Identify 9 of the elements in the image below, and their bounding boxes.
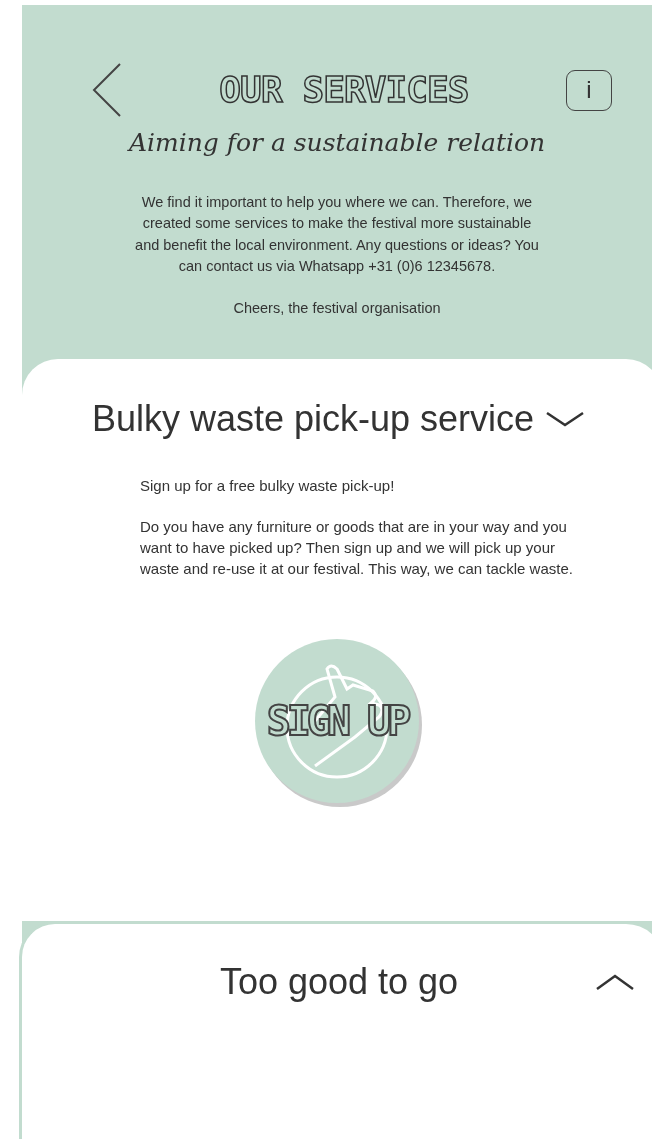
page-title: OUR SERVICES [219, 72, 469, 108]
info-button[interactable]: i [566, 69, 612, 111]
intro-text: We find it important to help you where we can. Therefore, we created some services to make the festival more sustainable and benefit the local environment. Any questions or ideas? You can contact us via Whatsapp +31 (0)6 12345678. [134, 192, 540, 276]
section-paragraph: Sign up for a free bulky waste pick-up! [140, 476, 396, 496]
intro-text: Cheers, the festival organisation [232, 298, 442, 318]
section-paragraph: Do you have any furniture or goods that are in your way and you want to have picked up? Then sign up and we will pick up your waste and re-use it at our festival. This way, we can tackle waste. [140, 517, 574, 579]
section-title[interactable]: Bulky waste pick-up service [91, 401, 535, 437]
page-subtitle: Aiming for a sustainable relation [126, 127, 547, 159]
section-title[interactable]: Too good to go [42, 964, 596, 1000]
